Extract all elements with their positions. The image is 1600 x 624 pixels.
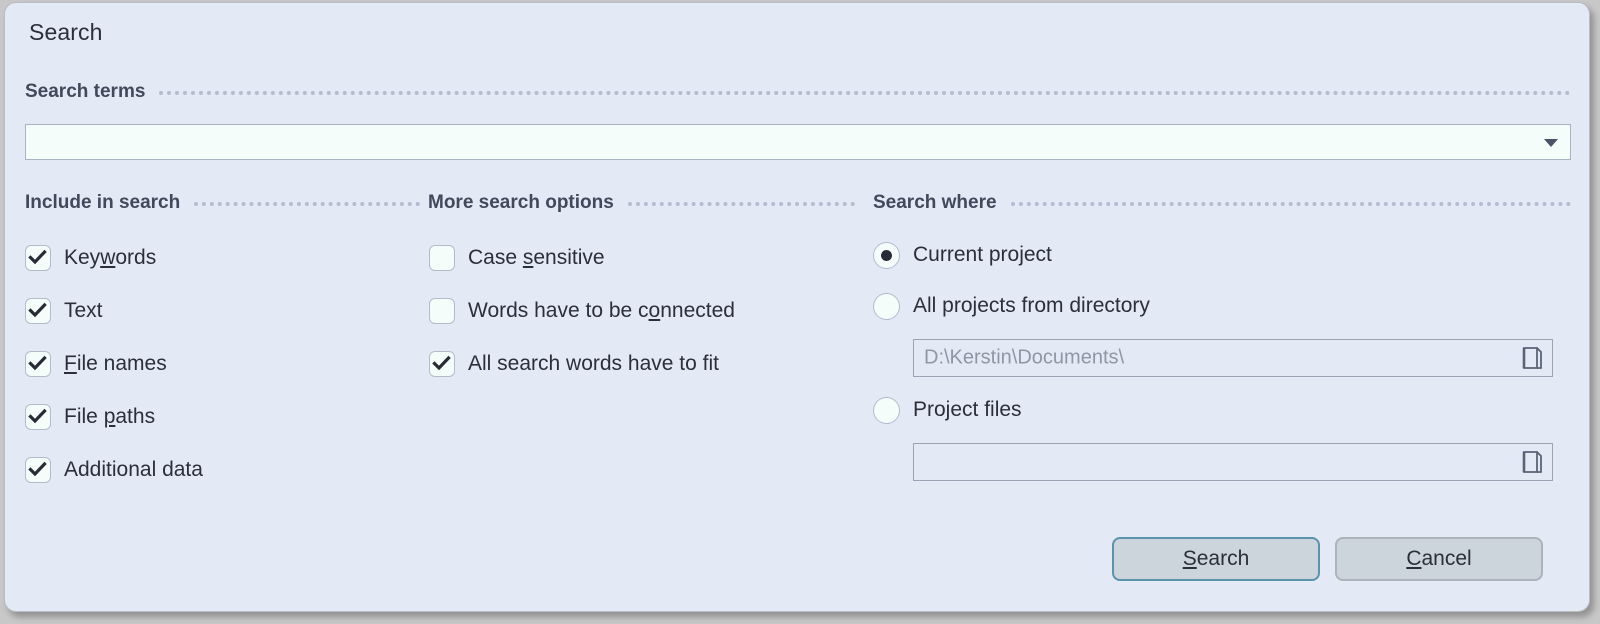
- dotted-rule: [159, 91, 1571, 95]
- checkbox-case-sensitive[interactable]: [429, 245, 455, 271]
- check-icon: [432, 355, 451, 371]
- folder-open-icon[interactable]: [1518, 449, 1544, 475]
- checkbox-row-file-paths[interactable]: File paths: [25, 402, 155, 432]
- radio-current-project[interactable]: [873, 241, 900, 269]
- check-icon: [28, 355, 47, 371]
- section-header-search-terms: Search terms: [25, 81, 1571, 103]
- check-icon: [28, 249, 47, 265]
- section-header-include-in-search: Include in search: [25, 192, 420, 214]
- checkbox-label-case-sensitive: Case sensitive: [468, 246, 605, 269]
- checkbox-additional-data[interactable]: [25, 457, 51, 483]
- radio-project-files[interactable]: [873, 396, 900, 424]
- section-header-include-in-search-label: Include in search: [25, 192, 181, 213]
- folder-open-icon[interactable]: [1518, 345, 1544, 371]
- radio-row-project-files[interactable]: Project files: [873, 395, 1022, 425]
- chevron-down-icon[interactable]: [1544, 139, 1558, 147]
- dotted-rule: [194, 202, 420, 206]
- checkbox-label-file-paths: File paths: [64, 405, 156, 428]
- checkbox-text[interactable]: [25, 298, 51, 324]
- checkbox-words-connected[interactable]: [429, 298, 455, 324]
- checkbox-file-names[interactable]: [25, 351, 51, 377]
- search-dialog: Search Search terms Include in search Mo…: [4, 2, 1590, 612]
- radio-label-all-projects-from-directory: All projects from directory: [913, 294, 1150, 317]
- checkbox-keywords[interactable]: [25, 245, 51, 271]
- checkbox-label-keywords: Keywords: [64, 246, 157, 269]
- section-header-more-search-options: More search options: [428, 192, 855, 214]
- search-button-label: Search: [1182, 547, 1250, 570]
- checkbox-all-words-fit[interactable]: [429, 351, 455, 377]
- directory-path-field[interactable]: D:\Kerstin\Documents\: [913, 339, 1553, 377]
- section-header-search-where-label: Search where: [873, 192, 997, 213]
- checkbox-label-all-words-fit: All search words have to fit: [468, 352, 719, 375]
- section-header-search-where: Search where: [873, 192, 1571, 214]
- radio-label-project-files: Project files: [913, 398, 1022, 421]
- section-header-search-terms-label: Search terms: [25, 81, 146, 102]
- cancel-button-label: Cancel: [1406, 547, 1472, 570]
- checkbox-row-additional-data[interactable]: Additional data: [25, 455, 203, 485]
- checkbox-row-words-connected[interactable]: Words have to be connected: [429, 296, 735, 326]
- search-button[interactable]: Search: [1112, 537, 1320, 581]
- checkbox-row-all-words-fit[interactable]: All search words have to fit: [429, 349, 719, 379]
- check-icon: [28, 408, 47, 424]
- dotted-rule: [627, 202, 855, 206]
- directory-path-value[interactable]: D:\Kerstin\Documents\: [924, 347, 1124, 370]
- checkbox-row-keywords[interactable]: Keywords: [25, 243, 156, 273]
- check-icon: [28, 461, 47, 477]
- checkbox-label-words-connected: Words have to be connected: [468, 299, 735, 322]
- radio-row-current-project[interactable]: Current project: [873, 240, 1052, 270]
- dialog-title: Search: [29, 19, 103, 45]
- check-icon: [28, 302, 47, 318]
- section-header-more-search-options-label: More search options: [428, 192, 614, 213]
- dotted-rule: [1010, 202, 1571, 206]
- radio-label-current-project: Current project: [913, 243, 1052, 266]
- checkbox-label-text: Text: [64, 299, 103, 322]
- cancel-button[interactable]: Cancel: [1335, 537, 1543, 581]
- project-files-path-field[interactable]: [913, 443, 1553, 481]
- checkbox-row-text[interactable]: Text: [25, 296, 103, 326]
- radio-all-projects-from-directory[interactable]: [873, 292, 900, 320]
- radio-row-all-projects-from-directory[interactable]: All projects from directory: [873, 291, 1150, 321]
- search-terms-combobox[interactable]: [25, 124, 1571, 160]
- checkbox-row-file-names[interactable]: File names: [25, 349, 167, 379]
- checkbox-file-paths[interactable]: [25, 404, 51, 430]
- checkbox-label-additional-data: Additional data: [64, 458, 203, 481]
- checkbox-row-case-sensitive[interactable]: Case sensitive: [429, 243, 605, 273]
- checkbox-label-file-names: File names: [64, 352, 167, 375]
